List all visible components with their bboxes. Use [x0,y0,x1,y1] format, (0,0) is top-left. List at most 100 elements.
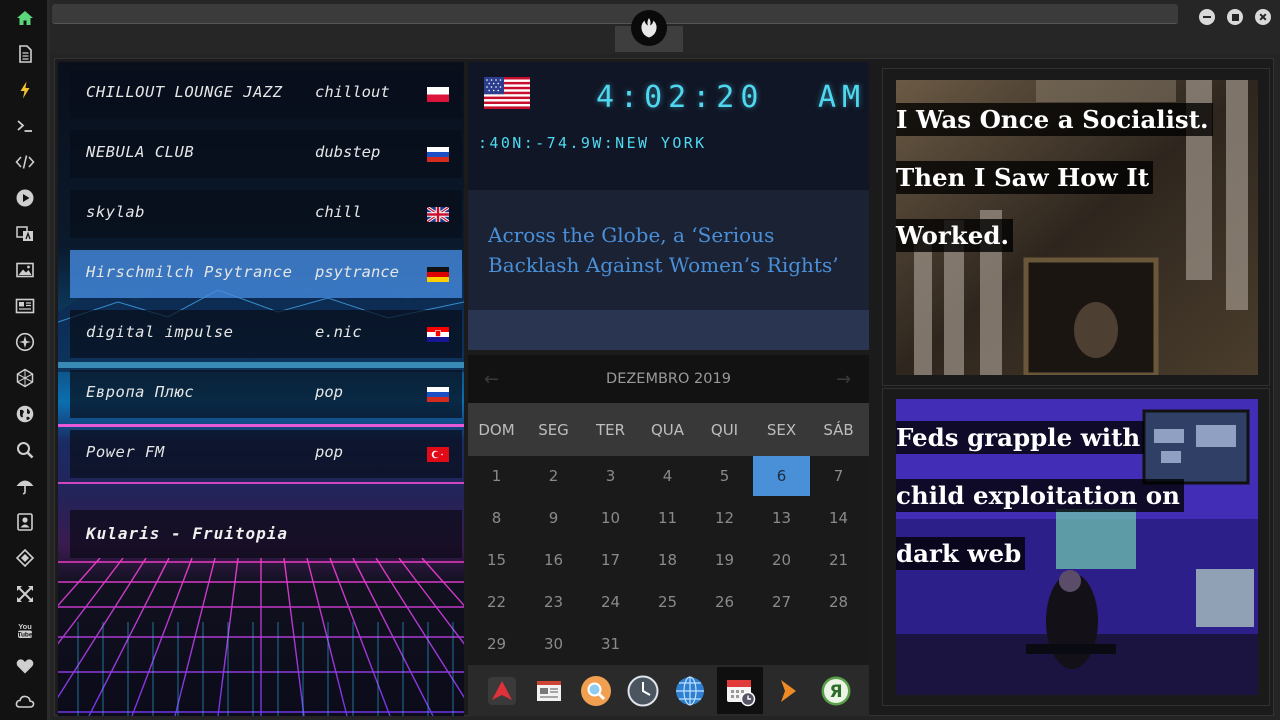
calendar-day[interactable]: 4 [639,456,696,496]
calendar-day[interactable]: 2 [525,456,582,496]
calendar-day[interactable]: 26 [696,582,753,622]
calendar-app-icon[interactable] [717,667,763,714]
calendar-day[interactable]: 13 [753,498,810,538]
uk-flag-icon [427,207,449,222]
search-app-icon[interactable] [578,673,614,709]
document-icon[interactable] [13,42,37,66]
calendar-day[interactable]: 31 [582,624,639,664]
calendar-day[interactable]: 12 [696,498,753,538]
news-headline[interactable]: Across the Globe, a ‘Serious Backlash Ag… [488,220,858,280]
station-row[interactable]: NEBULA CLUB dubstep [70,130,462,178]
calendar-day[interactable]: 23 [525,582,582,622]
contact-icon[interactable] [13,510,37,534]
tag-icon[interactable] [13,546,37,570]
calendar-day-today[interactable]: 6 [753,456,810,496]
calendar-day[interactable]: 5 [696,456,753,496]
calendar-day[interactable]: 19 [696,540,753,580]
station-row[interactable]: Европа Плюс pop [70,370,462,418]
article-title[interactable]: I Was Once a Socialist. Then I Saw How I… [896,91,1258,265]
terminal-icon[interactable] [13,114,37,138]
article-card[interactable]: I Was Once a Socialist. Then I Saw How I… [882,68,1270,386]
globe-icon[interactable] [13,402,37,426]
calendar-day[interactable]: 17 [582,540,639,580]
app-dock: Я [468,665,869,716]
address-bar[interactable] [52,4,1178,24]
calendar-day[interactable]: 16 [525,540,582,580]
calendar-day[interactable]: 8 [468,498,525,538]
minimize-button[interactable] [1199,9,1215,25]
article-title-line: Feds grapple with [896,421,1145,454]
newspaper-app-icon[interactable] [531,673,567,709]
calendar-day[interactable]: 18 [639,540,696,580]
search-icon[interactable] [13,438,37,462]
calendar-day[interactable]: 11 [639,498,696,538]
calendar-day[interactable]: 9 [525,498,582,538]
weekday-label: TER [595,421,626,439]
lightning-icon[interactable] [13,78,37,102]
play-icon[interactable] [13,186,37,210]
youtube-icon[interactable]: You Tube [13,618,37,642]
calendar-day[interactable]: 7 [810,456,867,496]
station-name: NEBULA CLUB [86,143,195,161]
station-name: skylab [86,203,145,221]
umbrella-icon[interactable] [13,474,37,498]
station-row[interactable]: skylab chill [70,190,462,238]
next-month-button[interactable]: → [836,369,851,390]
heart-icon[interactable] [13,654,37,678]
code-icon[interactable] [13,150,37,174]
calendar-day[interactable]: 1 [468,456,525,496]
calendar-day[interactable]: 29 [468,624,525,664]
calendar-day[interactable]: 10 [582,498,639,538]
calendar-day[interactable]: 3 [582,456,639,496]
station-row-active[interactable]: Hirschmilch Psytrance psytrance [70,250,462,298]
station-row[interactable]: digital impulse e.nic [70,310,462,358]
calendar-day[interactable]: 20 [753,540,810,580]
desktop-root: You Tube CHILLOUT LOUNGE JAZZ chillout N… [0,0,1280,720]
news-headline-widget[interactable]: Across the Globe, a ‘Serious Backlash Ag… [468,190,869,350]
weekday-label: DOM [478,421,515,439]
radio-player-panel: CHILLOUT LOUNGE JAZZ chillout NEBULA CLU… [58,62,464,716]
station-name: Power FM [86,443,165,461]
yandex-app-icon[interactable]: Я [818,673,854,709]
calendar-day[interactable]: 25 [639,582,696,622]
expand-icon[interactable] [13,582,37,606]
close-button[interactable] [1255,9,1271,25]
germany-flag-icon [427,267,449,282]
station-row[interactable]: CHILLOUT LOUNGE JAZZ chillout [70,70,462,118]
maximize-button[interactable] [1227,9,1243,25]
arrow-app-icon[interactable] [484,673,520,709]
station-row[interactable]: Power FM pop [70,430,462,478]
svg-text:Tube: Tube [17,632,32,639]
calendar-day[interactable]: 22 [468,582,525,622]
calendar-day[interactable]: 24 [582,582,639,622]
play-app-icon[interactable] [770,673,806,709]
rebel-alliance-logo[interactable] [631,10,667,46]
globe-app-icon[interactable] [672,673,708,709]
cloud-icon[interactable] [13,690,37,714]
image-icon[interactable] [13,258,37,282]
home-icon[interactable] [13,6,37,30]
calendar-day[interactable]: 15 [468,540,525,580]
article-title[interactable]: Feds grapple with child exploitation on … [896,409,1258,583]
world-clock-widget: 4:02:20 AM :40N:-74.9W:NEW YORK [468,62,869,190]
article-card[interactable]: Feds grapple with child exploitation on … [882,388,1270,706]
calendar-day[interactable]: 28 [810,582,867,622]
weekday-label: QUA [650,421,685,439]
poland-flag-icon [427,87,449,102]
calendar-day[interactable]: 21 [810,540,867,580]
calendar-month: DEZEMBRO 2019 [606,371,731,387]
clock-app-icon[interactable] [625,673,661,709]
now-playing-bar: Kularis - Fruitopia [70,510,462,558]
news-icon[interactable] [13,294,37,318]
calendar-day[interactable]: 30 [525,624,582,664]
translate-icon[interactable] [13,222,37,246]
rebel-icon[interactable] [13,330,37,354]
hexagon-icon[interactable] [13,366,37,390]
rebel-logo-icon [641,18,657,38]
clock-time: 4:02:20 [596,80,765,115]
calendar-day[interactable]: 14 [810,498,867,538]
calendar-widget: ← DEZEMBRO 2019 → DOM SEG TER QUA QUI SE… [468,355,869,665]
article-title-line: dark web [896,537,1026,570]
calendar-day[interactable]: 27 [753,582,810,622]
article-title-line: Worked. [896,219,1013,252]
